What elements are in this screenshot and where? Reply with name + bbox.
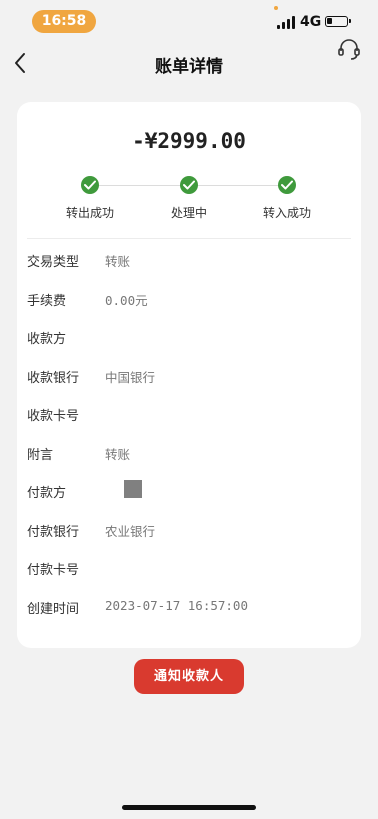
step-label: 转出成功 (65, 206, 114, 220)
detail-value: 2023-07-17 16:57:00 (105, 598, 248, 613)
bill-card: -¥2999.00 转出成功 处理中 转入成功 交易类型 转账 手续费 0.00… (17, 102, 361, 648)
detail-row-fee: 手续费 0.00元 (27, 290, 347, 310)
signal-icon (277, 15, 297, 29)
check-icon (180, 176, 198, 194)
detail-row-payee: 收款方 (27, 328, 347, 348)
detail-key: 付款卡号 (27, 563, 80, 578)
detail-key: 付款方 (27, 486, 67, 501)
detail-row-payer: 付款方 (27, 480, 347, 502)
progress-line (98, 185, 188, 186)
detail-key: 付款银行 (27, 525, 80, 540)
detail-key: 收款卡号 (27, 409, 80, 424)
detail-row-memo: 附言 转账 (27, 444, 347, 464)
check-icon (81, 176, 99, 194)
notify-payee-button[interactable]: 通知收款人 (134, 659, 244, 694)
status-time: 16:58 (32, 10, 96, 33)
progress-line (197, 185, 287, 186)
detail-row-type: 交易类型 转账 (27, 251, 347, 271)
detail-row-created-time: 创建时间 2023-07-17 16:57:00 (27, 598, 347, 618)
detail-row-payer-bank: 付款银行 农业银行 (27, 521, 347, 541)
divider (27, 238, 351, 239)
detail-key: 手续费 (27, 294, 67, 309)
payer-redaction-block (124, 480, 142, 498)
detail-value: 0.00元 (105, 293, 148, 308)
detail-key: 交易类型 (27, 255, 80, 270)
detail-key: 收款方 (27, 332, 67, 347)
detail-value: 农业银行 (105, 524, 156, 539)
detail-row-payee-card: 收款卡号 (27, 405, 347, 425)
detail-value: 转账 (105, 254, 131, 269)
bill-amount: -¥2999.00 (132, 129, 246, 153)
page-title: 账单详情 (155, 57, 223, 77)
detail-row-payer-card: 付款卡号 (27, 559, 347, 579)
detail-value: 中国银行 (105, 370, 156, 385)
privacy-indicator-icon (274, 6, 278, 10)
status-bar: 16:58 4G (0, 0, 378, 44)
headset-icon[interactable] (336, 37, 362, 63)
step-label: 处理中 (170, 206, 207, 220)
detail-key: 收款银行 (27, 371, 80, 386)
home-indicator[interactable] (122, 805, 256, 810)
detail-key: 附言 (27, 448, 54, 463)
battery-icon (325, 16, 351, 27)
detail-value: 转账 (105, 447, 131, 462)
step-label: 转入成功 (262, 206, 311, 220)
detail-key: 创建时间 (27, 602, 80, 617)
network-label: 4G (300, 14, 322, 30)
check-icon (278, 176, 296, 194)
detail-row-payee-bank: 收款银行 中国银行 (27, 367, 347, 387)
